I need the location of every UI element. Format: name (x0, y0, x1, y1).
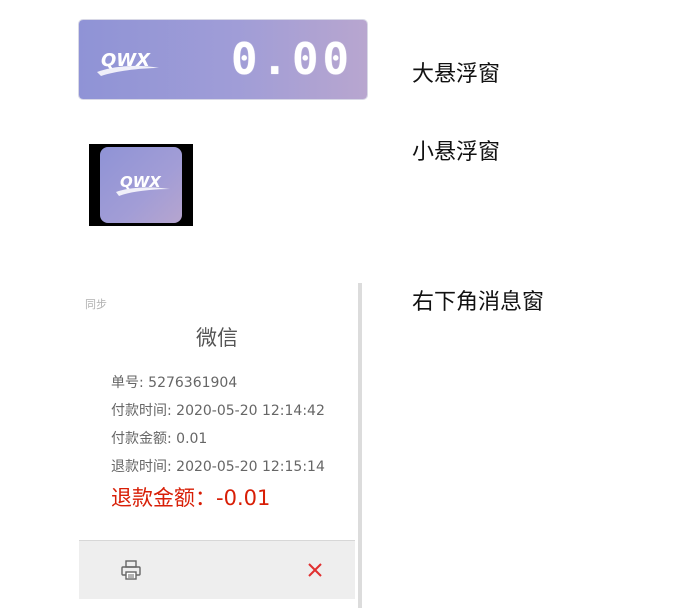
notification-title: 微信 (196, 326, 238, 350)
printer-icon (121, 560, 141, 580)
qwx-logo-text: QWX (120, 173, 162, 191)
qwx-logo-text: QWX (101, 50, 151, 71)
notification-caption: 右下角消息窗 (412, 290, 545, 315)
notify-divider (358, 283, 362, 608)
notification-footer (79, 540, 355, 599)
order-number: 单号: 5276361904 (111, 375, 238, 391)
close-icon (308, 563, 322, 577)
qwx-logo: QWX (97, 50, 159, 76)
refund-amount: 退款金额：-0.01 (111, 486, 271, 510)
pay-amount: 付款金额: 0.01 (111, 431, 208, 447)
refund-time: 退款时间: 2020-05-20 12:15:14 (111, 459, 325, 475)
small-float-caption: 小悬浮窗 (412, 140, 501, 165)
small-floating-window[interactable]: QWX (100, 147, 182, 223)
big-float-caption: 大悬浮窗 (412, 62, 501, 87)
sync-label: 同步 (85, 298, 107, 311)
amount-display: 0.00 (231, 34, 353, 85)
notification-window: 同步 微信 单号: 5276361904 付款时间: 2020-05-20 12… (79, 284, 355, 599)
print-button[interactable] (113, 552, 149, 588)
close-button[interactable] (297, 552, 333, 588)
pay-time: 付款时间: 2020-05-20 12:14:42 (111, 403, 325, 419)
qwx-logo: QWX (116, 173, 170, 196)
big-floating-window[interactable]: QWX 0.00 (79, 20, 367, 99)
